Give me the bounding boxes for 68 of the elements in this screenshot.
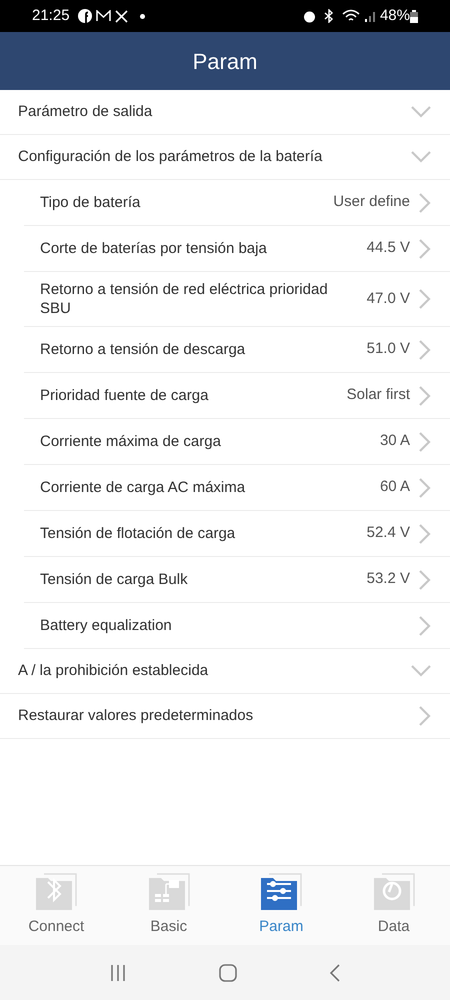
facebook-icon bbox=[78, 9, 92, 23]
setting-value: 53.2 V bbox=[366, 569, 410, 590]
chevron-down-icon bbox=[410, 150, 432, 164]
section-row[interactable]: Configuración de los parámetros de la batería bbox=[0, 135, 450, 180]
battery-icon bbox=[410, 10, 418, 22]
bluetooth-icon bbox=[324, 9, 334, 23]
section-row[interactable]: A / la prohibición establecida bbox=[0, 649, 450, 694]
recent-apps-icon[interactable] bbox=[109, 964, 128, 982]
setting-value: 44.5 V bbox=[366, 238, 410, 258]
setting-row[interactable]: Retorno a tensión de red eléctrica prioridad SBU 47.0 V bbox=[24, 272, 450, 327]
setting-row[interactable]: Prioridad fuente de carga Solar first bbox=[24, 373, 450, 419]
section-label: Parámetro de salida bbox=[18, 102, 154, 122]
tab[interactable]: Data bbox=[338, 866, 450, 945]
section-label: A / la prohibición establecida bbox=[18, 660, 210, 681]
setting-row[interactable]: Tipo de batería User define bbox=[24, 180, 450, 226]
section-label: Restaurar valores predeterminados bbox=[18, 706, 254, 726]
chevron-right-icon bbox=[418, 192, 432, 214]
setting-value: Solar first bbox=[346, 385, 410, 406]
setting-value: 51.0 V bbox=[366, 339, 410, 360]
setting-row[interactable]: Tensión de carga Bulk 53.2 V bbox=[24, 557, 450, 603]
section-label: Configuración de los parámetros de la batería bbox=[18, 146, 324, 167]
status-time: 21:25 bbox=[32, 6, 70, 26]
setting-label: Prioridad fuente de carga bbox=[40, 386, 210, 405]
setting-value: User define bbox=[333, 192, 410, 212]
setting-label: Tensión de flotación de carga bbox=[40, 524, 236, 543]
section-row[interactable]: Restaurar valores predeterminados bbox=[0, 694, 450, 739]
setting-row[interactable]: Battery equalization bbox=[24, 603, 450, 649]
signal-icon bbox=[364, 10, 376, 22]
chevron-right-icon bbox=[418, 238, 432, 260]
setting-row[interactable]: Corriente de carga AC máxima 60 A bbox=[24, 465, 450, 511]
tab[interactable]: Param bbox=[225, 866, 338, 945]
section-row[interactable]: Parámetro de salida bbox=[0, 90, 450, 135]
chevron-right-icon bbox=[418, 338, 432, 360]
back-icon[interactable] bbox=[328, 964, 341, 982]
tab[interactable]: Connect bbox=[0, 866, 112, 945]
setting-label: Corriente de carga AC máxima bbox=[40, 478, 246, 497]
chevron-right-icon bbox=[418, 288, 432, 310]
home-icon[interactable] bbox=[218, 962, 238, 982]
chevron-right-icon bbox=[418, 568, 432, 590]
chevron-right-icon bbox=[418, 614, 432, 636]
setting-value: 52.4 V bbox=[366, 523, 410, 544]
chevron-right-icon bbox=[418, 476, 432, 498]
setting-row[interactable]: Corte de baterías por tensión baja 44.5 V bbox=[24, 226, 450, 272]
setting-value: 60 A bbox=[380, 477, 410, 498]
setting-value: 30 A bbox=[380, 431, 410, 452]
chevron-right-icon bbox=[418, 522, 432, 544]
battery-percent: 48% bbox=[380, 6, 410, 26]
setting-label: Battery equalization bbox=[40, 616, 173, 635]
page-title: Param bbox=[192, 48, 258, 76]
setting-label: Corte de baterías por tensión baja bbox=[40, 239, 268, 258]
setting-label: Retorno a tensión de red eléctrica prioridad SBU bbox=[40, 280, 329, 318]
setting-label: Corriente máxima de carga bbox=[40, 432, 222, 451]
chevron-right-icon bbox=[418, 705, 432, 727]
x-icon bbox=[114, 10, 128, 22]
wifi-icon bbox=[342, 9, 360, 23]
setting-row[interactable]: Corriente máxima de carga 30 A bbox=[24, 419, 450, 465]
setting-label: Tensión de carga Bulk bbox=[40, 570, 189, 589]
chevron-right-icon bbox=[418, 384, 432, 406]
setting-row[interactable]: Tensión de flotación de carga 52.4 V bbox=[24, 511, 450, 557]
tab[interactable]: Basic bbox=[112, 866, 225, 945]
chevron-down-icon bbox=[410, 664, 432, 678]
setting-value: 47.0 V bbox=[366, 288, 410, 309]
setting-row[interactable]: Retorno a tensión de descarga 51.0 V bbox=[24, 327, 450, 373]
chevron-right-icon bbox=[418, 430, 432, 452]
setting-label: Tipo de batería bbox=[40, 193, 142, 212]
setting-label: Retorno a tensión de descarga bbox=[40, 340, 246, 359]
mail-icon bbox=[96, 10, 111, 22]
chevron-down-icon bbox=[410, 105, 432, 119]
